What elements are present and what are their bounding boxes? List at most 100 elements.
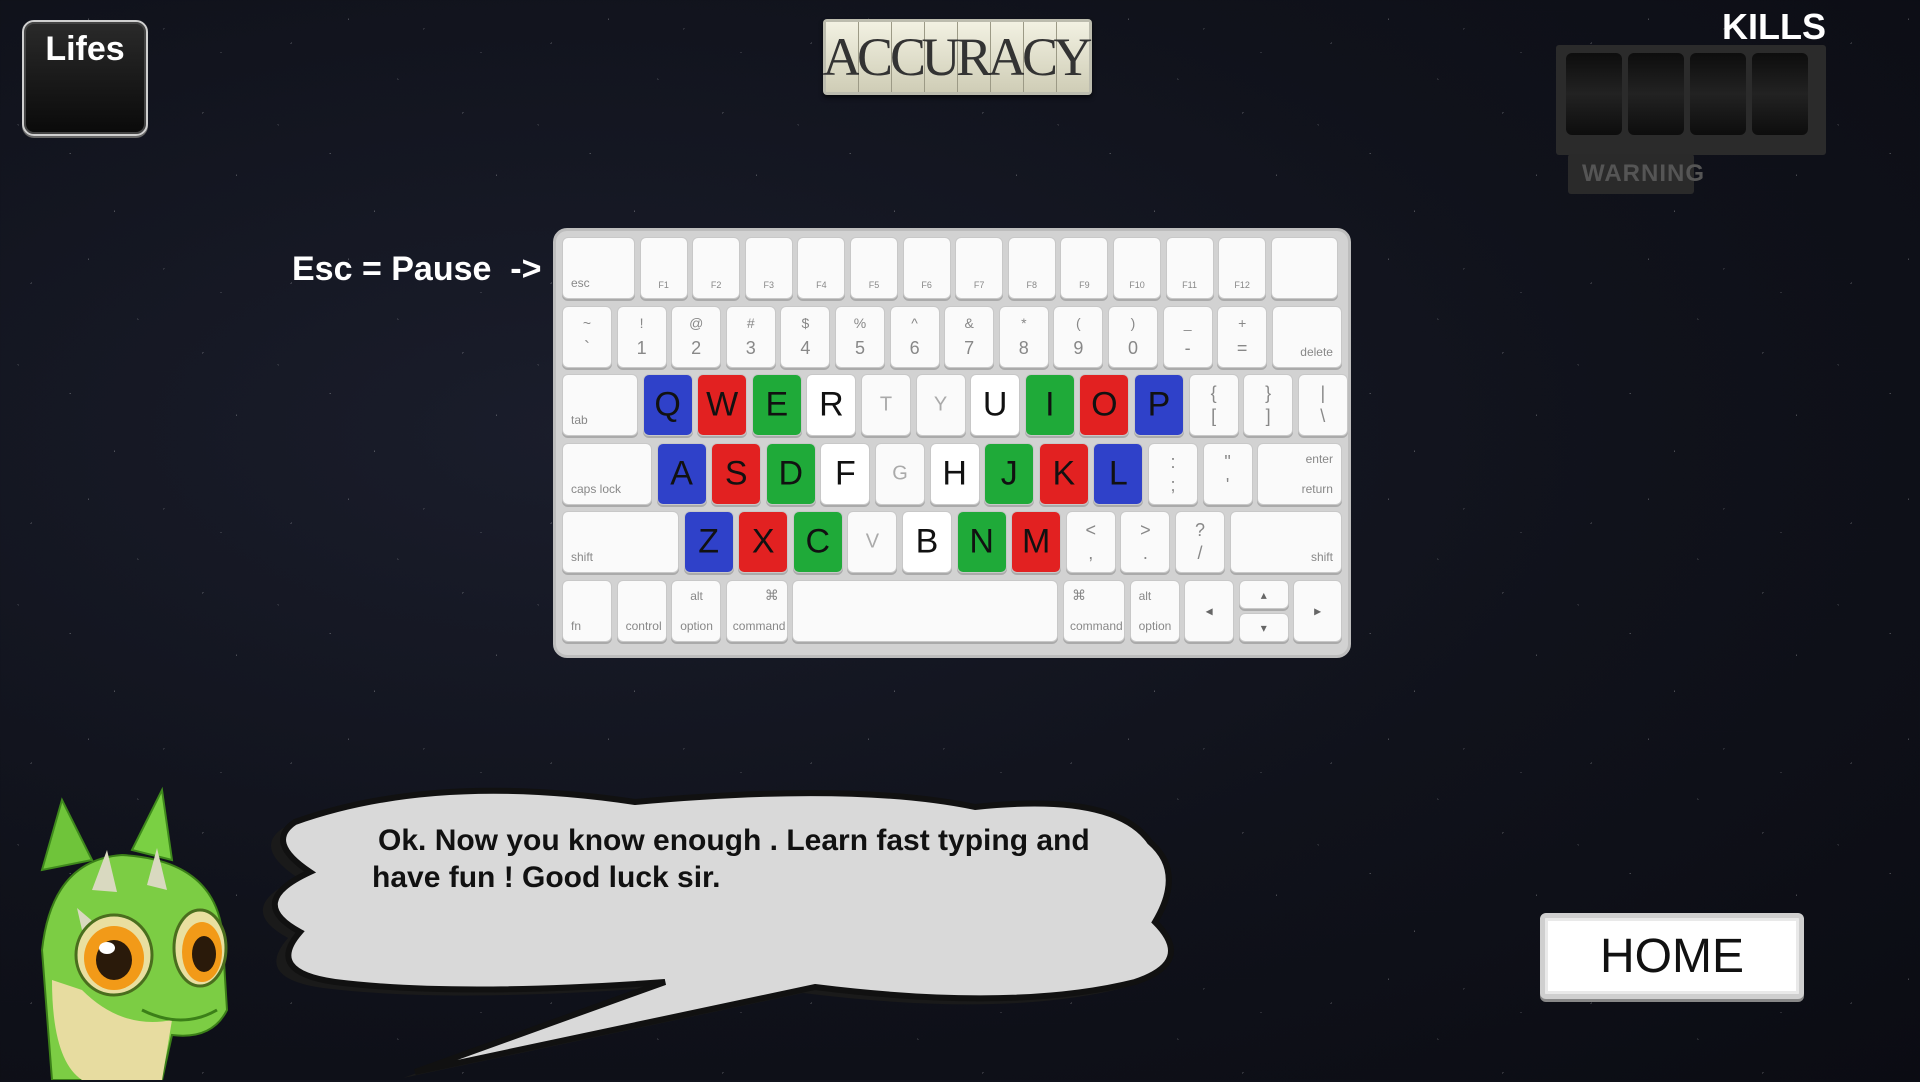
letter-key-label: L xyxy=(1108,454,1128,493)
caps-lock-label: caps lock xyxy=(571,481,622,496)
number-key-shift-label: # xyxy=(746,314,755,331)
letter-key-label: N xyxy=(969,522,994,561)
enter-key-label: enter xyxy=(1305,451,1333,466)
bracket-key-label: ] xyxy=(1265,406,1271,427)
arrow-up-icon: ▴ xyxy=(1260,587,1267,602)
letter-key-label: B xyxy=(915,522,939,561)
letter-key-label: C xyxy=(805,522,831,561)
right-shift-key: shift xyxy=(1229,511,1342,574)
number-key: % 5 xyxy=(835,305,885,368)
arrow-up-key: ▴ xyxy=(1238,580,1289,609)
number-key-label: 3 xyxy=(745,337,756,358)
f-key: F4 xyxy=(797,237,846,299)
number-key: ~ ` xyxy=(562,305,612,368)
letter-key-l: L xyxy=(1093,442,1144,505)
letter-key-j: J xyxy=(984,442,1035,505)
letter-key-label: M xyxy=(1022,522,1051,561)
f-key: F1 xyxy=(639,237,688,299)
tab-key-label: tab xyxy=(571,413,588,428)
lifes-label: Lifes xyxy=(45,30,125,68)
f-key: F6 xyxy=(902,237,951,299)
command-symbol-icon: ⌘ xyxy=(764,587,779,603)
arrow-right-key: ▸ xyxy=(1293,580,1342,642)
f-key-label: F12 xyxy=(1234,280,1250,290)
number-key-shift-label: $ xyxy=(801,314,810,331)
number-key: @2 xyxy=(671,305,722,368)
number-key-label: 5 xyxy=(854,337,865,358)
punctuation-key-label: . xyxy=(1142,543,1148,564)
option-key-label: option xyxy=(680,619,713,633)
number-key: #3 xyxy=(725,305,776,368)
alt-key-label: alt xyxy=(1138,589,1152,603)
number-key-shift-label: ~ xyxy=(582,314,592,331)
letter-key-f: F xyxy=(820,442,871,505)
number-key: * 8 xyxy=(998,305,1049,368)
option-key-label: option xyxy=(1138,619,1172,633)
letter-key-label: A xyxy=(670,454,693,493)
letter-key-label: F xyxy=(835,454,856,493)
bracket-key-shift-label: | xyxy=(1320,383,1326,404)
letter-key-v: V xyxy=(847,511,898,574)
accuracy-plaque: ACCURACY xyxy=(823,19,1093,95)
number-key-label: 2 xyxy=(691,337,702,358)
dialog-text: Ok. Now you know enough . Learn fast typ… xyxy=(372,822,1092,896)
number-key: $4 xyxy=(780,305,831,368)
letter-key-label: U xyxy=(982,385,1008,424)
letter-key-g: G xyxy=(875,442,925,505)
letter-key-p: P xyxy=(1134,374,1184,437)
accuracy-letter-tile: C xyxy=(1022,22,1058,92)
punctuation-key: >. xyxy=(1120,511,1171,574)
letter-key-n: N xyxy=(956,511,1007,574)
dialog-line-2: have fun ! Good luck sir. xyxy=(372,861,721,894)
letter-key-e: E xyxy=(751,374,802,437)
punctuation-key-shift-label: > xyxy=(1140,520,1151,541)
letter-key-a: A xyxy=(656,442,707,505)
accuracy-letter-tile: R xyxy=(956,22,992,92)
bracket-key: }] xyxy=(1243,374,1294,437)
punctuation-key-label: , xyxy=(1088,543,1094,564)
punctuation-key-shift-label: : xyxy=(1170,451,1176,472)
punctuation-key-shift-label: < xyxy=(1085,520,1097,541)
number-key-shift-label: _ xyxy=(1183,314,1192,331)
esc-pause-hint: Esc = Pause -> xyxy=(292,250,542,288)
letter-key-z: Z xyxy=(683,511,734,574)
warning-indicator: WARNING xyxy=(1568,154,1704,194)
bracket-key-label: [ xyxy=(1211,406,1217,427)
letter-key-label: W xyxy=(706,385,739,424)
delete-key-label: delete xyxy=(1300,344,1333,359)
letter-key-h: H xyxy=(929,442,980,505)
arrow-down-key: ▾ xyxy=(1238,613,1289,642)
number-key-shift-label: ! xyxy=(639,314,644,331)
letter-key-label: G xyxy=(892,462,908,485)
letter-key-q: Q xyxy=(642,374,693,437)
f-key: F5 xyxy=(850,237,898,299)
number-key: ^ 6 xyxy=(889,305,940,368)
f-key-label: F9 xyxy=(1079,280,1090,290)
accuracy-letter-tile: C xyxy=(890,22,926,92)
kills-digit-slot xyxy=(1566,53,1622,135)
letter-key-label: K xyxy=(1052,454,1076,493)
letter-key-s: S xyxy=(711,442,762,505)
number-key: + = xyxy=(1217,305,1268,368)
f-key-label: F6 xyxy=(921,280,932,290)
number-key-shift-label: @ xyxy=(689,314,704,331)
letter-key-label: V xyxy=(865,530,880,553)
number-key-label: 0 xyxy=(1127,337,1138,358)
punctuation-key: ? / xyxy=(1175,511,1225,574)
number-key-shift-label: & xyxy=(964,314,974,331)
spacebar-key xyxy=(792,580,1059,642)
arrow-left-icon: ◂ xyxy=(1205,602,1213,619)
warning-label: WARNING xyxy=(1582,160,1705,187)
f-key-label: F4 xyxy=(816,280,827,290)
letter-key-i: I xyxy=(1024,374,1075,437)
command-key-label: command xyxy=(1070,619,1123,633)
kills-counter xyxy=(1556,45,1826,155)
kills-digit-slot xyxy=(1752,53,1808,135)
f-key-label: F8 xyxy=(1026,280,1038,290)
number-key: (9 xyxy=(1053,305,1104,368)
home-button[interactable]: HOME xyxy=(1540,913,1804,999)
number-key-shift-label: * xyxy=(1021,314,1027,331)
f-key: F7 xyxy=(955,237,1004,299)
command-symbol-icon: ⌘ xyxy=(1072,587,1086,603)
letter-key-m: M xyxy=(1011,511,1062,574)
